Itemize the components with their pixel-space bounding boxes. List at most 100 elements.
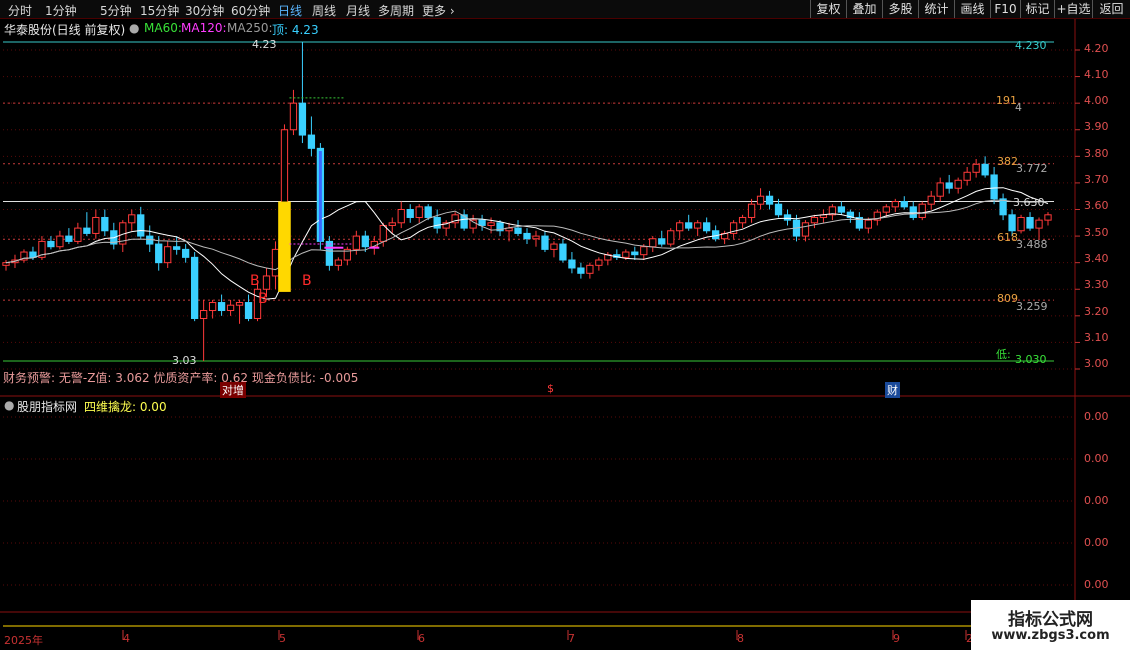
- fuquan-button[interactable]: 复权: [810, 0, 846, 18]
- candle-body: [262, 275, 271, 290]
- candle-body: [514, 227, 522, 234]
- time-axis-label: 8: [737, 632, 744, 645]
- volume-signal-bar: [318, 151, 322, 242]
- buy-marker-bar: [333, 246, 344, 249]
- candle-body: [92, 216, 100, 234]
- candle-body: [182, 248, 190, 258]
- candle-body: [226, 304, 235, 312]
- candle-body: [945, 182, 953, 189]
- candle-body: [972, 163, 980, 173]
- candle-body: [424, 206, 432, 218]
- time-axis-label: 2025年: [4, 634, 43, 647]
- candle-body: [685, 222, 693, 229]
- candle-body: [523, 232, 531, 240]
- candle-body: [487, 222, 495, 226]
- period-tab-5min[interactable]: 5分钟: [100, 2, 132, 19]
- period-tab-fenshi[interactable]: 分时: [8, 2, 32, 19]
- candle-body: [783, 214, 792, 221]
- top-right-value: 4.230: [1015, 39, 1047, 52]
- candle-body: [271, 248, 280, 277]
- mark-button[interactable]: 标记: [1020, 0, 1054, 18]
- fib-382-label: 382: [997, 155, 1018, 168]
- candle-body: [173, 246, 181, 250]
- period-tab-weekly[interactable]: 周线: [312, 2, 336, 19]
- candle-body: [801, 222, 810, 237]
- candle-body: [837, 206, 846, 213]
- period-tab-daily[interactable]: 日线: [278, 2, 302, 19]
- time-axis-label: 9: [893, 632, 900, 645]
- price-tick: 4.20: [1084, 42, 1109, 55]
- time-axis-label: 5: [279, 632, 286, 645]
- sub-panel-title: 股朋指标网: [17, 400, 78, 414]
- candle-body: [415, 206, 423, 218]
- candle-body: [137, 214, 145, 237]
- event-tag-dollar[interactable]: $: [547, 382, 554, 395]
- candle-body: [128, 214, 136, 224]
- f10-button[interactable]: F10: [990, 0, 1020, 18]
- candle-body: [433, 216, 441, 229]
- candle-body: [406, 209, 414, 218]
- fib-382-value: 3.772: [1016, 162, 1048, 175]
- overlay-button[interactable]: 叠加: [846, 0, 882, 18]
- candle-body: [83, 227, 91, 234]
- candle-body: [631, 251, 639, 256]
- candle-body: [217, 302, 226, 312]
- candle-body: [244, 302, 253, 319]
- candle-body: [891, 201, 899, 208]
- draw-line-button[interactable]: 画线: [954, 0, 990, 18]
- price-tick: 3.40: [1084, 252, 1109, 265]
- candle-body: [532, 235, 540, 240]
- add-favorite-button[interactable]: +自选: [1054, 0, 1092, 18]
- candle-body: [694, 222, 702, 229]
- buy-marker-bar: [369, 246, 380, 249]
- fib-618-value: 3.488: [1016, 238, 1048, 251]
- candle-body: [909, 206, 917, 218]
- fib-809-value: 3.259: [1016, 300, 1048, 313]
- candle-body: [352, 235, 360, 250]
- collapse-circle-icon[interactable]: ●: [129, 21, 139, 35]
- collapse-circle-icon[interactable]: ●: [4, 398, 14, 412]
- site-watermark: 指标公式网 www.zbgs3.com: [971, 600, 1130, 650]
- candle-body: [622, 251, 630, 258]
- candle-body: [478, 219, 486, 226]
- sub-axis-tick: 0.00: [1084, 578, 1109, 591]
- candle-body: [29, 251, 37, 258]
- candle-body: [756, 195, 765, 205]
- sub-indicator-label: 四维擒龙: 0.00: [84, 400, 167, 414]
- candle-body: [388, 222, 396, 226]
- fib-191-value: 4: [1015, 101, 1022, 114]
- event-tag-dui-zeng[interactable]: 对增: [220, 382, 246, 398]
- candle-body: [1017, 216, 1025, 232]
- ma120-label: MA120:: [181, 21, 227, 35]
- period-tab-30min[interactable]: 30分钟: [185, 2, 224, 19]
- candle-body: [559, 243, 567, 261]
- event-tag-finance[interactable]: 财: [885, 382, 900, 398]
- back-button[interactable]: 返回: [1092, 0, 1130, 18]
- candle-body: [640, 246, 648, 256]
- candle-body: [56, 235, 64, 248]
- candle-body: [981, 163, 989, 176]
- period-tab-multi[interactable]: 多周期: [378, 2, 414, 19]
- multi-stock-button[interactable]: 多股: [882, 0, 918, 18]
- fib-809-label: 809: [997, 292, 1018, 305]
- price-tick: 3.60: [1084, 199, 1109, 212]
- chevron-right-icon: ›: [446, 4, 455, 18]
- candle-body: [963, 171, 971, 181]
- period-tab-monthly[interactable]: 月线: [346, 2, 370, 19]
- buy-signal-marker: B: [258, 291, 268, 307]
- candle-body: [882, 206, 890, 213]
- kline-chart[interactable]: [0, 19, 1130, 650]
- period-tab-15min[interactable]: 15分钟: [140, 2, 179, 19]
- candle-body: [765, 195, 774, 205]
- candle-body: [774, 203, 783, 216]
- candle-body: [810, 216, 819, 224]
- stats-button[interactable]: 统计: [918, 0, 954, 18]
- period-tab-more[interactable]: 更多 ›: [422, 2, 455, 19]
- price-tick: 3.00: [1084, 357, 1109, 370]
- candle-body: [397, 209, 405, 224]
- price-tick: 3.80: [1084, 147, 1109, 160]
- candle-body: [990, 174, 998, 200]
- period-tab-1min[interactable]: 1分钟: [45, 2, 77, 19]
- candle-body: [379, 224, 387, 242]
- period-tab-60min[interactable]: 60分钟: [231, 2, 270, 19]
